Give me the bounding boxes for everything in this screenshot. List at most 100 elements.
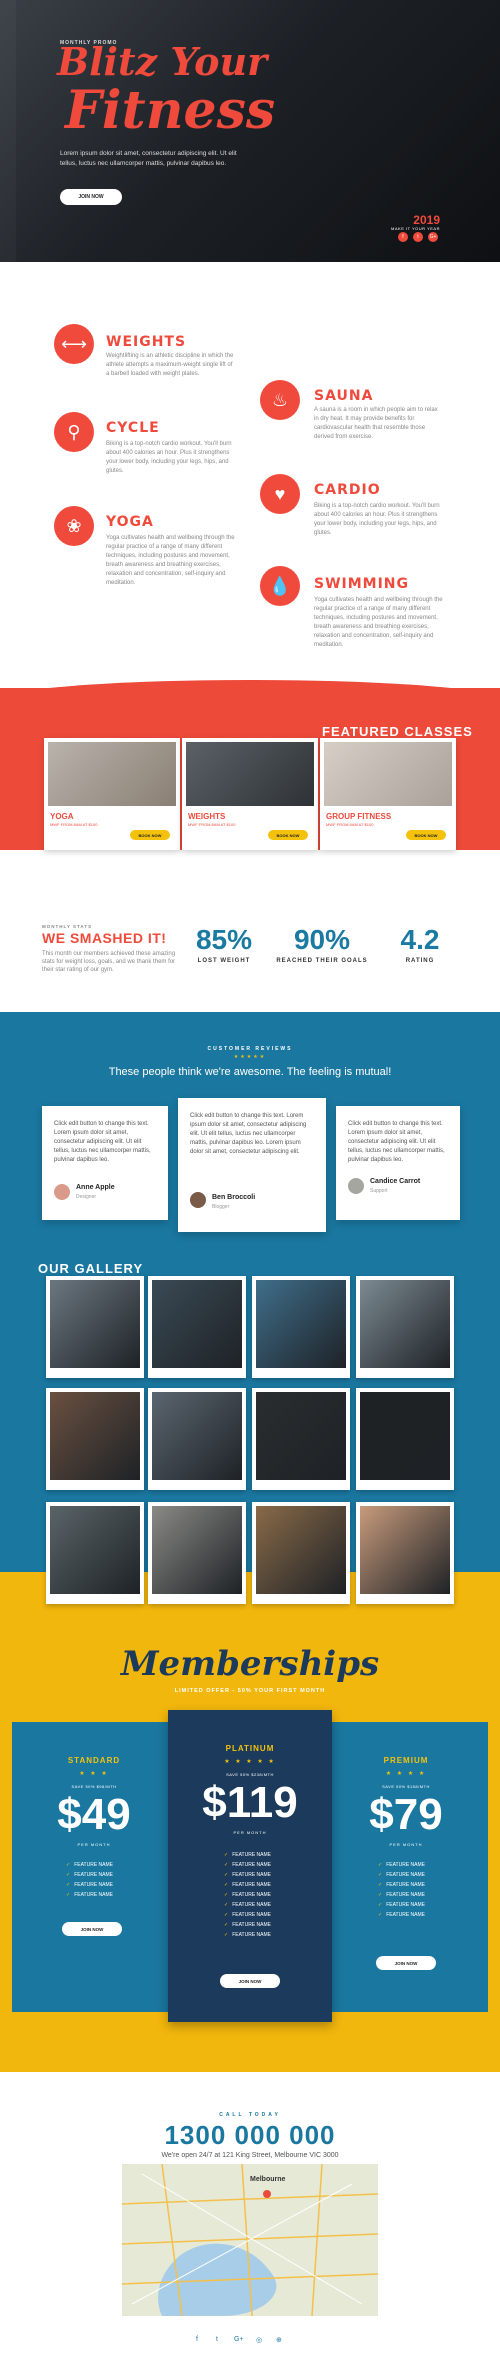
google-plus-icon[interactable]: G+ <box>234 2336 244 2343</box>
facebook-icon[interactable]: f <box>398 232 408 242</box>
feature-item: ✓ FEATURE NAME <box>66 1860 113 1870</box>
check-icon: ✓ <box>378 1862 383 1868</box>
check-icon: ✓ <box>378 1882 383 1888</box>
reviewer-name: Candice Carrot <box>370 1178 421 1185</box>
card-subtitle: MWF FROM 8AM AT $100 <box>326 822 374 827</box>
gallery-photo[interactable] <box>356 1276 454 1378</box>
featured-card-group-fitness[interactable]: GROUP FITNESS MWF FROM 8AM AT $100 BOOK … <box>320 738 456 850</box>
facebook-icon[interactable]: f <box>196 2336 198 2343</box>
google-plus-icon[interactable]: G+ <box>428 232 438 242</box>
check-icon: ✓ <box>378 1912 383 1918</box>
photo-image <box>50 1280 140 1368</box>
hero-title-line1: Blitz Your <box>57 39 268 84</box>
feature-label: FEATURE NAME <box>386 1862 426 1868</box>
feature-item: ✓ FEATURE NAME <box>224 1900 271 1910</box>
stat-label: RATING <box>405 958 435 964</box>
gallery-photo[interactable] <box>46 1388 144 1490</box>
plan-save: SAVE 50% $158/MTH <box>382 1784 430 1789</box>
stat-label: REACHED THEIR GOALS <box>276 958 368 964</box>
hero-year-sub: MAKE IT YOUR YEAR <box>391 226 440 231</box>
gallery-photo[interactable] <box>356 1388 454 1490</box>
book-now-button[interactable]: BOOK NOW <box>268 830 308 840</box>
feature-label: FEATURE NAME <box>74 1862 114 1868</box>
gallery-photo[interactable] <box>148 1502 246 1604</box>
heartbeat-icon: ♥ <box>260 474 300 514</box>
class-desc-yoga: Yoga cultivates health and wellbeing thr… <box>106 535 235 586</box>
join-now-button[interactable]: JOIN NOW <box>60 189 122 205</box>
class-desc-sauna: A sauna is a room in which people aim to… <box>314 407 438 440</box>
card-subtitle: MWF FROM 8AM AT $100 <box>188 822 236 827</box>
memberships-subtitle: LIMITED OFFER - 50% YOUR FIRST MONTH <box>174 1688 326 1694</box>
card-image <box>186 742 314 806</box>
book-now-button[interactable]: BOOK NOW <box>406 830 446 840</box>
feature-label: FEATURE NAME <box>386 1892 426 1898</box>
card-title: YOGA <box>50 812 74 821</box>
class-title-cardio: CARDIO <box>314 482 381 498</box>
gallery-photo[interactable] <box>356 1502 454 1604</box>
class-title-cycle: CYCLE <box>106 420 160 436</box>
feature-item: ✓ FEATURE NAME <box>378 1900 425 1910</box>
check-icon: ✓ <box>224 1902 229 1908</box>
feature-item: ✓ FEATURE NAME <box>66 1890 113 1900</box>
check-icon: ✓ <box>66 1872 71 1878</box>
class-title-sauna: SAUNA <box>314 388 374 404</box>
gallery-photo[interactable] <box>252 1502 350 1604</box>
feature-label: FEATURE NAME <box>386 1872 426 1878</box>
pinterest-icon[interactable]: ⊕ <box>276 2336 282 2344</box>
reviewer-name: Anne Apple <box>76 1184 115 1191</box>
review-text: Click edit button to change this text. L… <box>54 1121 151 1163</box>
stats-title: WE SMASHED IT! <box>42 930 167 946</box>
feature-label: FEATURE NAME <box>232 1922 272 1928</box>
photo-image <box>256 1506 346 1594</box>
check-icon: ✓ <box>66 1892 71 1898</box>
check-icon: ✓ <box>224 1932 229 1938</box>
hero-section: MONTHLY PROMO Blitz Your Fitness Lorem i… <box>0 0 500 262</box>
check-icon: ✓ <box>66 1862 71 1868</box>
join-now-button[interactable]: JOIN NOW <box>220 1974 280 1988</box>
photo-image <box>360 1506 450 1594</box>
feature-label: FEATURE NAME <box>386 1882 426 1888</box>
gallery-photo[interactable] <box>46 1502 144 1604</box>
feature-item: ✓ FEATURE NAME <box>224 1870 271 1880</box>
feature-item: ✓ FEATURE NAME <box>224 1910 271 1920</box>
check-icon: ✓ <box>66 1882 71 1888</box>
feature-item: ✓ FEATURE NAME <box>378 1880 425 1890</box>
feature-label: FEATURE NAME <box>386 1912 426 1918</box>
featured-card-weights[interactable]: WEIGHTS MWF FROM 8AM AT $100 BOOK NOW <box>182 738 318 850</box>
join-now-button[interactable]: JOIN NOW <box>376 1956 436 1970</box>
twitter-icon[interactable]: t <box>216 2336 218 2343</box>
photo-image <box>152 1392 242 1480</box>
photo-image <box>256 1392 346 1480</box>
gallery-photo[interactable] <box>252 1276 350 1378</box>
feature-item: ✓ FEATURE NAME <box>224 1860 271 1870</box>
gallery-photo[interactable] <box>46 1276 144 1378</box>
card-title: GROUP FITNESS <box>326 812 392 821</box>
photo-image <box>152 1280 242 1368</box>
class-desc-cardio: Biking is a top-notch cardio workout. Yo… <box>314 503 440 536</box>
check-icon: ✓ <box>378 1872 383 1878</box>
photo-image <box>152 1506 242 1594</box>
twitter-icon[interactable]: t <box>413 232 423 242</box>
flame-icon: ♨ <box>260 380 300 420</box>
plan-period: PER MONTH <box>77 1842 111 1847</box>
join-now-button[interactable]: JOIN NOW <box>62 1922 122 1936</box>
review-text: Click edit button to change this text. L… <box>348 1121 445 1163</box>
featured-card-yoga[interactable]: YOGA MWF FROM 8AM AT $100 BOOK NOW <box>44 738 180 850</box>
gallery-photo[interactable] <box>148 1388 246 1490</box>
book-now-button[interactable]: BOOK NOW <box>130 830 170 840</box>
instagram-icon[interactable]: ◎ <box>256 2336 262 2344</box>
stat-value: 4.2 <box>400 924 440 955</box>
gallery-photo[interactable] <box>148 1276 246 1378</box>
location-map[interactable]: Melbourne <box>122 2164 378 2316</box>
photo-image <box>360 1392 450 1480</box>
stat-value: 85% <box>195 924 253 955</box>
feature-item: ✓ FEATURE NAME <box>224 1850 271 1860</box>
feature-label: FEATURE NAME <box>232 1872 272 1878</box>
card-subtitle: MWF FROM 8AM AT $100 <box>50 822 98 827</box>
feature-label: FEATURE NAME <box>232 1852 272 1858</box>
gallery-photo[interactable] <box>252 1388 350 1490</box>
dumbbell-icon: ⟷ <box>54 324 94 364</box>
plan-price: $119 <box>202 1778 298 1827</box>
phone-number[interactable]: 1300 000 000 <box>0 2120 500 2151</box>
feature-item: ✓ FEATURE NAME <box>378 1890 425 1900</box>
